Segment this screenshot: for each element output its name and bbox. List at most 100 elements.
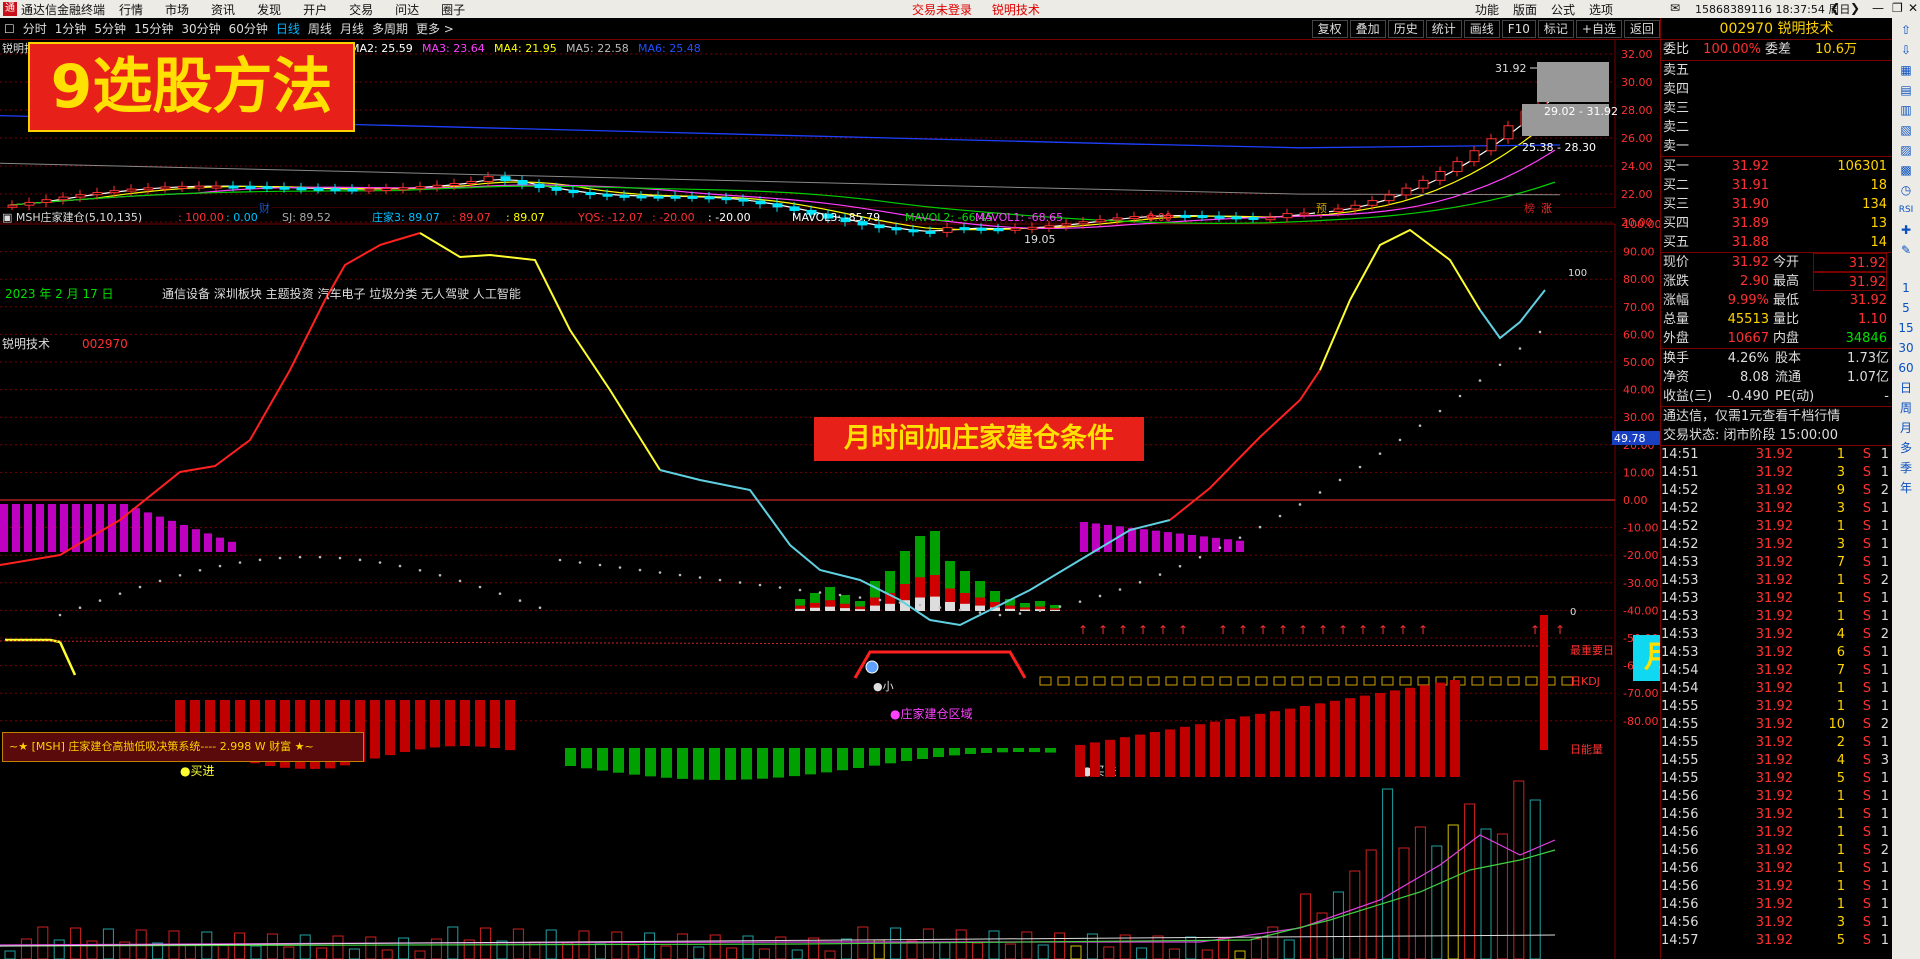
period-shortcut[interactable]: 日 — [1900, 380, 1912, 397]
tick-price: 31.92 — [1755, 591, 1793, 606]
restore-icon[interactable]: ❐ — [1892, 1, 1903, 15]
period-tab-15min[interactable]: 15分钟 — [130, 20, 177, 37]
menu-item-discover[interactable]: 发现 — [257, 1, 281, 18]
indicator-dot — [678, 573, 682, 577]
period-tab-month[interactable]: 月线 — [336, 20, 368, 37]
period-shortcut[interactable]: 1 — [1902, 280, 1910, 297]
close-icon[interactable]: ✕ — [1908, 1, 1918, 15]
candle-body — [1367, 200, 1378, 206]
back-icon[interactable]: ❮ — [1830, 1, 1840, 15]
trade-login-status[interactable]: 交易未登录 — [912, 3, 972, 17]
mark-button[interactable]: 标记 — [1537, 19, 1574, 38]
candle-body — [245, 185, 256, 189]
add-watchlist-button[interactable]: +自选 — [1575, 19, 1622, 38]
period-tab-60min[interactable]: 60分钟 — [225, 20, 272, 37]
white-bar — [825, 606, 835, 611]
volume-bar — [1218, 937, 1230, 959]
period-tab-week[interactable]: 周线 — [304, 20, 336, 37]
stat-value: 31.92 — [1813, 253, 1887, 272]
table-icon[interactable]: ▨ — [1900, 142, 1911, 159]
period-shortcut[interactable]: 60 — [1898, 360, 1913, 377]
draw-line-button[interactable]: 画线 — [1463, 19, 1500, 38]
menu-item-open-account[interactable]: 开户 — [303, 1, 327, 18]
menu-item-trade[interactable]: 交易 — [349, 1, 373, 18]
tick-side: S — [1862, 663, 1871, 678]
menu-item-circle[interactable]: 圈子 — [441, 1, 465, 18]
f10-button[interactable]: F10 — [1501, 19, 1536, 38]
minimize-icon[interactable]: — — [1872, 1, 1884, 15]
period-shortcut[interactable]: 多 — [1900, 440, 1912, 457]
kline-chart-area[interactable]: 32.0030.0028.0026.0024.0022.0020.00100.0… — [0, 40, 1660, 959]
quote-stock-header[interactable]: 002970 锐明技术 — [1661, 18, 1892, 40]
buy-volume: 14 — [1870, 235, 1887, 250]
level2-notice[interactable]: 通达信，仅需1元查看千档行情 — [1661, 407, 1892, 426]
price-tick-label: 32.00 — [1621, 48, 1653, 61]
buy-signal-arrow-icon: ↑ — [1178, 623, 1188, 637]
forward-icon[interactable]: ❯ — [1850, 1, 1860, 15]
period-tab-day[interactable]: 日线 — [272, 20, 304, 37]
tick-side: S — [1862, 591, 1871, 606]
pointer-icon[interactable]: ✚ — [1901, 222, 1911, 239]
overlay-button[interactable]: 叠加 — [1349, 19, 1386, 38]
return-button[interactable]: 返回 — [1623, 19, 1660, 38]
tick-volume: 9 — [1836, 483, 1845, 498]
volume-bar — [1382, 788, 1394, 959]
kline-icon[interactable]: ▧ — [1900, 122, 1911, 139]
volume-bar — [611, 931, 623, 959]
period-tab-5min[interactable]: 5分钟 — [90, 20, 130, 37]
period-tab-multi[interactable]: 多周期 — [368, 20, 412, 37]
period-tab-30min[interactable]: 30分钟 — [177, 20, 224, 37]
period-shortcut[interactable]: 季 — [1900, 460, 1912, 477]
chart-icon[interactable]: ▥ — [1900, 102, 1911, 119]
adjust-button[interactable]: 复权 — [1311, 19, 1348, 38]
history-button[interactable]: 历史 — [1387, 19, 1424, 38]
menu-item-news[interactable]: 资讯 — [211, 1, 235, 18]
magenta-bar — [144, 512, 152, 552]
stat-value: -0.490 — [1727, 389, 1769, 404]
indicator-dot — [618, 566, 622, 569]
white-bar — [975, 605, 985, 611]
period-shortcut[interactable]: 月 — [1900, 420, 1912, 437]
indicator-tick-label: 10.00 — [1623, 466, 1655, 479]
tick-side: S — [1862, 483, 1871, 498]
candle-body — [1469, 150, 1480, 163]
buy-signal-arrow-icon: ↑ — [1555, 623, 1565, 637]
event-marker[interactable]: 财 — [259, 201, 270, 215]
event-marker[interactable]: 涨 — [1541, 202, 1552, 215]
period-shortcut[interactable]: 30 — [1898, 340, 1913, 357]
accumulation-zone-label: ●庄家建仓区域 — [890, 706, 972, 721]
menu-options[interactable]: 选项 — [1589, 1, 1613, 18]
menu-item-ask[interactable]: 问达 — [395, 1, 419, 18]
candle-body — [415, 186, 426, 190]
grid-icon[interactable]: ▦ — [1900, 62, 1911, 79]
clock-icon[interactable]: ◷ — [1901, 182, 1911, 199]
tick-time: 14:56 — [1661, 843, 1699, 858]
period-shortcut[interactable]: 年 — [1900, 480, 1912, 497]
mail-icon[interactable]: ✉ — [1670, 1, 1680, 15]
indicator-name[interactable]: ▣ MSH庄家建仓(5,10,135) — [2, 210, 142, 224]
menu-item-market[interactable]: 行情 — [119, 1, 143, 18]
menu-layout[interactable]: 版面 — [1513, 1, 1537, 18]
stats-button[interactable]: 统计 — [1425, 19, 1462, 38]
list-icon[interactable]: ▤ — [1900, 82, 1911, 99]
rsi-icon[interactable]: RSI — [1899, 202, 1914, 219]
tick-side: S — [1862, 879, 1871, 894]
event-marker[interactable]: 榜 — [1524, 201, 1535, 215]
arrow-up-icon[interactable]: ⇧ — [1901, 22, 1911, 39]
period-tab-more[interactable]: 更多 > — [412, 20, 458, 37]
period-shortcut[interactable]: 15 — [1898, 320, 1913, 337]
energy-bar-green — [661, 748, 672, 778]
box-icon[interactable]: ▩ — [1900, 162, 1911, 179]
period-shortcut[interactable]: 5 — [1902, 300, 1910, 317]
indicator-dot — [1538, 330, 1542, 334]
event-marker[interactable]: 预 — [1316, 202, 1327, 215]
period-tab-time[interactable]: 分时 — [19, 20, 51, 37]
pen-icon[interactable]: ✎ — [1901, 242, 1911, 259]
period-tab-1min[interactable]: 1分钟 — [51, 20, 91, 37]
menu-formula[interactable]: 公式 — [1551, 1, 1575, 18]
menu-function[interactable]: 功能 — [1475, 1, 1499, 18]
period-shortcut[interactable]: 周 — [1900, 400, 1912, 417]
arrow-down-icon[interactable]: ⇩ — [1901, 42, 1911, 59]
period-checkbox-icon[interactable]: ☐ — [0, 22, 19, 36]
menu-item-markets[interactable]: 市场 — [165, 1, 189, 18]
